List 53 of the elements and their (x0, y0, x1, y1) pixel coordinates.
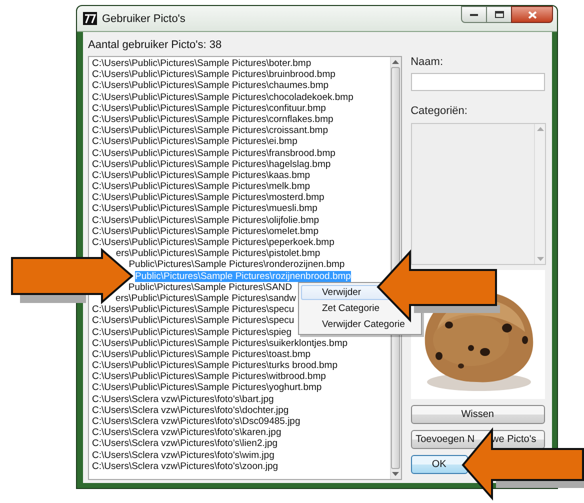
scroll-down-icon[interactable] (392, 472, 400, 476)
file-list-item[interactable]: C:\Users\Public\Pictures\Sample Pictures\chocoladekoek.bmp (92, 92, 354, 103)
file-list-item[interactable]: C:\Users\Public\Pictures\Sample Pictures\peperkoek.bmp (92, 237, 334, 248)
file-list-item[interactable]: C:\Users\Public\Pictures\Sample Pictures\hagelslag.bmp (92, 158, 331, 170)
file-list-item[interactable]: C:\Users\Sclera vzw\Pictures\foto's\wim.jpg (92, 450, 274, 461)
window-title: Gebruiker Picto's (102, 12, 186, 24)
categories-label: Categoriën: (410, 105, 468, 118)
file-list-item[interactable]: C:\Users\Public\Pictures\Sample Pictures\specu (92, 304, 294, 316)
file-list-item[interactable]: C:\Users\Public\Pictures\Sample Pictures\croissant.bmp (92, 125, 328, 136)
file-list-item[interactable]: ers\Public\Pictures\Sample Pictures\sandw (115, 292, 296, 304)
maximize-icon (494, 11, 504, 18)
file-list-item[interactable]: C:\Users\Public\Pictures\Sample Pictures\yoghurt.bmp (92, 382, 322, 394)
menu-item[interactable]: Verwijder Categorie (301, 317, 419, 332)
file-list-item[interactable]: Public\Pictures\Sample Pictures\ronderozijnen.bmp (128, 259, 345, 271)
file-list-item[interactable]: C:\Users\Public\Pictures\Sample Pictures\spieg (92, 326, 292, 338)
app-icon (83, 12, 97, 25)
file-list-item[interactable]: C:\Users\Public\Pictures\Sample Pictures\specu (92, 315, 294, 326)
file-list-item[interactable]: C:\Users\Public\Pictures\Sample Pictures\bruinbrood.bmp (92, 69, 336, 80)
file-list-item[interactable]: C:\Users\Public\Pictures\Sample Pictures\cornflakes.bmp (92, 114, 334, 126)
file-list-item[interactable]: C:\Users\Sclera vzw\Pictures\foto's\lien2.jpg (92, 438, 278, 450)
file-list-item[interactable]: C:\Users\Public\Pictures\Sample Pictures\toast.bmp (92, 348, 311, 360)
file-list-item[interactable]: C:\Users\Sclera vzw\Pictures\foto's\Dsc09485.jpg (92, 416, 300, 428)
file-list-item[interactable]: C:\Users\Public\Pictures\Sample Pictures\suikerklontjes.bmp (92, 338, 348, 349)
file-list-item[interactable]: C:\Users\Public\Pictures\Sample Pictures\witbrood.bmp (92, 371, 326, 382)
file-list-item[interactable]: ers\Public\Pictures\Sample Pictures\pistolet.bmp (116, 248, 320, 260)
file-list-item[interactable]: C:\Users\Sclera vzw\Pictures\foto's\dochter.jpg (92, 404, 289, 416)
file-list-item[interactable]: C:\Users\Sclera vzw\Pictures\foto's\karen.jpg (92, 427, 282, 438)
file-list-item[interactable]: C:\Users\Public\Pictures\Sample Pictures\mosterd.bmp (92, 192, 324, 204)
name-field[interactable] (410, 73, 545, 91)
count-label: Aantal gebruiker Picto's: 38 (88, 38, 223, 52)
file-list-item[interactable]: C:\Users\Public\Pictures\Sample Pictures\ei.bmp (92, 136, 298, 148)
file-list-item[interactable]: C:\Users\Public\Pictures\Sample Pictures\chaumes.bmp (92, 80, 329, 92)
clear-button[interactable]: Wissen (410, 405, 545, 424)
file-list-item[interactable]: C:\Users\Public\Pictures\Sample Pictures\kaas.bmp (92, 170, 310, 182)
file-list-item[interactable]: C:\Users\Public\Pictures\Sample Pictures\olijfolie.bmp (92, 214, 320, 226)
close-button[interactable] (511, 6, 553, 23)
file-list-item[interactable]: C:\Users\Public\Pictures\Sample Pictures\melk.bmp (92, 181, 310, 192)
file-list-item[interactable]: C:\Users\Sclera vzw\Pictures\foto's\zoon.jpg (92, 460, 278, 472)
file-list-item[interactable]: C:\Users\Public\Pictures\Sample Pictures\omelet.bmp (92, 226, 318, 237)
scroll-up-icon[interactable] (392, 60, 400, 64)
ok-button[interactable]: OK (410, 455, 468, 474)
minimize-button[interactable] (461, 6, 487, 23)
file-list-item[interactable]: C:\Users\Public\Pictures\Sample Pictures\confituur.bmp (92, 102, 326, 114)
file-list-item[interactable]: C:\Users\Public\Pictures\Sample Pictures\muesli.bmp (92, 203, 318, 215)
name-label: Naam: (410, 56, 444, 69)
file-list-item[interactable]: C:\Users\Public\Pictures\Sample Pictures\boter.bmp (92, 58, 312, 70)
maximize-button[interactable] (486, 6, 512, 23)
file-list-item[interactable]: C:\Users\Public\Pictures\Sample Pictures\fransbrood.bmp (92, 148, 336, 159)
file-list-item[interactable]: Public\Pictures\Sample Pictures\SAND (128, 282, 292, 293)
file-list-item[interactable]: C:\Users\Sclera vzw\Pictures\foto's\bart.jpg (92, 394, 274, 405)
close-icon (528, 10, 536, 18)
file-list-item[interactable]: C:\Users\Public\Pictures\Sample Pictures\turks brood.bmp (92, 360, 338, 372)
minimize-icon (470, 12, 478, 16)
